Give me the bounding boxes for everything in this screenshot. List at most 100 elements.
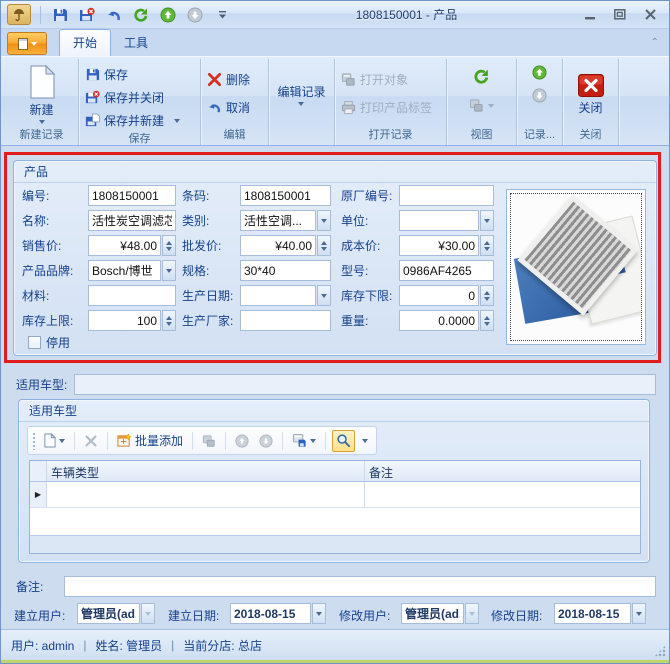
created-date-input[interactable] (230, 603, 311, 624)
modified-date-dropdown[interactable] (632, 603, 646, 624)
chevron-down-icon (59, 439, 65, 443)
material-input[interactable] (88, 285, 176, 306)
delete-icon (207, 72, 222, 87)
open-object-icon (341, 72, 356, 87)
stock-min-spinner[interactable] (480, 285, 494, 306)
open-object-button[interactable]: 打开对象 (336, 65, 437, 93)
record-down-button[interactable] (532, 88, 547, 103)
production-date-dropdown[interactable] (317, 285, 331, 306)
oem-input[interactable] (399, 185, 494, 206)
row-up-button[interactable] (232, 430, 252, 452)
category-dropdown[interactable] (317, 210, 331, 231)
spec-input[interactable] (240, 260, 331, 281)
qat-undo-button[interactable] (104, 5, 124, 25)
status-branch: 当前分店: 总店 (183, 637, 262, 654)
column-header-vehicle-type[interactable]: 车辆类型 (47, 461, 365, 481)
qat-refresh-button[interactable] (131, 5, 151, 25)
add-row-button[interactable] (40, 430, 68, 452)
product-photo-frame[interactable] (506, 189, 646, 345)
row-down-button[interactable] (256, 430, 276, 452)
qat-save-button[interactable] (50, 5, 70, 25)
created-user-dropdown[interactable] (141, 603, 155, 624)
qat-customize-button[interactable] (212, 5, 232, 25)
sale-price-spinner[interactable] (162, 235, 176, 256)
minimize-button[interactable] (581, 7, 599, 23)
toolbar-grip[interactable] (32, 432, 36, 450)
weight-input[interactable] (399, 310, 479, 331)
record-up-button[interactable] (532, 65, 547, 80)
production-date-input[interactable] (240, 285, 316, 306)
remark-input[interactable] (64, 576, 656, 597)
new-button[interactable]: 新建 (22, 61, 62, 128)
save-close-button[interactable]: 保存并关闭 (80, 86, 185, 109)
view-options-button[interactable] (464, 94, 499, 117)
cost-price-input[interactable] (399, 235, 479, 256)
qat-prev-record-button[interactable] (158, 5, 178, 25)
code-input[interactable] (88, 185, 176, 206)
delete-row-button[interactable] (81, 430, 101, 452)
application-menu-button[interactable] (7, 32, 47, 55)
app-icon[interactable] (7, 4, 31, 25)
spin-up-icon (484, 316, 490, 320)
unit-input[interactable] (399, 210, 479, 231)
save-new-button[interactable]: 保存并新建 (80, 109, 185, 132)
applicable-models-input[interactable] (74, 374, 656, 395)
cancel-button[interactable]: 取消 (202, 93, 255, 121)
close-form-button[interactable]: 关闭 (572, 61, 610, 128)
search-toggle-button[interactable] (332, 430, 355, 452)
qat-next-record-button[interactable] (185, 5, 205, 25)
chevron-down-icon (310, 439, 316, 443)
delete-button[interactable]: 删除 (202, 65, 255, 93)
delete-button-label: 删除 (226, 71, 250, 88)
created-user-input[interactable] (77, 603, 140, 624)
refresh-view-button[interactable] (468, 65, 495, 88)
wholesale-price-input[interactable] (240, 235, 316, 256)
brand-dropdown[interactable] (162, 260, 176, 281)
modified-date-input[interactable] (554, 603, 631, 624)
model-input[interactable] (399, 260, 494, 281)
table-row[interactable]: ▶ (30, 482, 640, 508)
category-input[interactable] (240, 210, 316, 231)
stock-min-input[interactable] (399, 285, 479, 306)
export-button[interactable] (289, 430, 319, 452)
save-button[interactable]: 保存 (80, 63, 185, 86)
created-date-dropdown[interactable] (312, 603, 326, 624)
refresh-icon (473, 68, 490, 85)
open-row-button[interactable] (199, 430, 219, 452)
column-header-remark[interactable]: 备注 (365, 461, 640, 481)
barcode-input[interactable] (240, 185, 331, 206)
brand-input[interactable] (88, 260, 161, 281)
restore-button[interactable] (611, 7, 629, 23)
cost-price-spinner[interactable] (480, 235, 494, 256)
batch-add-button[interactable]: 批量添加 (114, 430, 186, 452)
edit-record-button[interactable]: 编辑记录 (271, 61, 331, 128)
toolbar-more-button[interactable] (359, 430, 371, 452)
modified-user-input[interactable] (401, 603, 464, 624)
spin-down-icon (484, 297, 490, 301)
divider: | (83, 638, 86, 652)
wholesale-price-spinner[interactable] (317, 235, 331, 256)
sale-price-input[interactable] (88, 235, 161, 256)
print-product-label-button[interactable]: 打印产品标签 (336, 93, 437, 121)
qat-save-close-button[interactable] (77, 5, 97, 25)
stock-max-input[interactable] (88, 310, 161, 331)
weight-spinner[interactable] (480, 310, 494, 331)
cell-vehicle-type[interactable] (47, 482, 365, 507)
collapse-ribbon-icon[interactable]: ⌃ (651, 37, 659, 48)
window-title: 1808150001 - 产品 (232, 6, 581, 23)
vehicle-group-title: 适用车型 (19, 400, 649, 422)
stock-min-label: 库存下限: (341, 287, 399, 304)
stock-max-spinner[interactable] (162, 310, 176, 331)
name-input[interactable] (88, 210, 176, 231)
disabled-checkbox[interactable] (28, 336, 41, 349)
close-button[interactable] (641, 7, 659, 23)
tab-home[interactable]: 开始 (59, 29, 111, 56)
ribbon-group-edit-record: 编辑记录 (269, 59, 335, 145)
unit-dropdown[interactable] (480, 210, 494, 231)
cell-remark[interactable] (365, 482, 640, 507)
modified-user-dropdown[interactable] (465, 603, 479, 624)
tab-tools[interactable]: 工具 (111, 30, 161, 56)
resize-grip[interactable] (654, 645, 666, 657)
manufacturer-input[interactable] (240, 310, 331, 331)
save-new-button-label: 保存并新建 (104, 112, 164, 129)
